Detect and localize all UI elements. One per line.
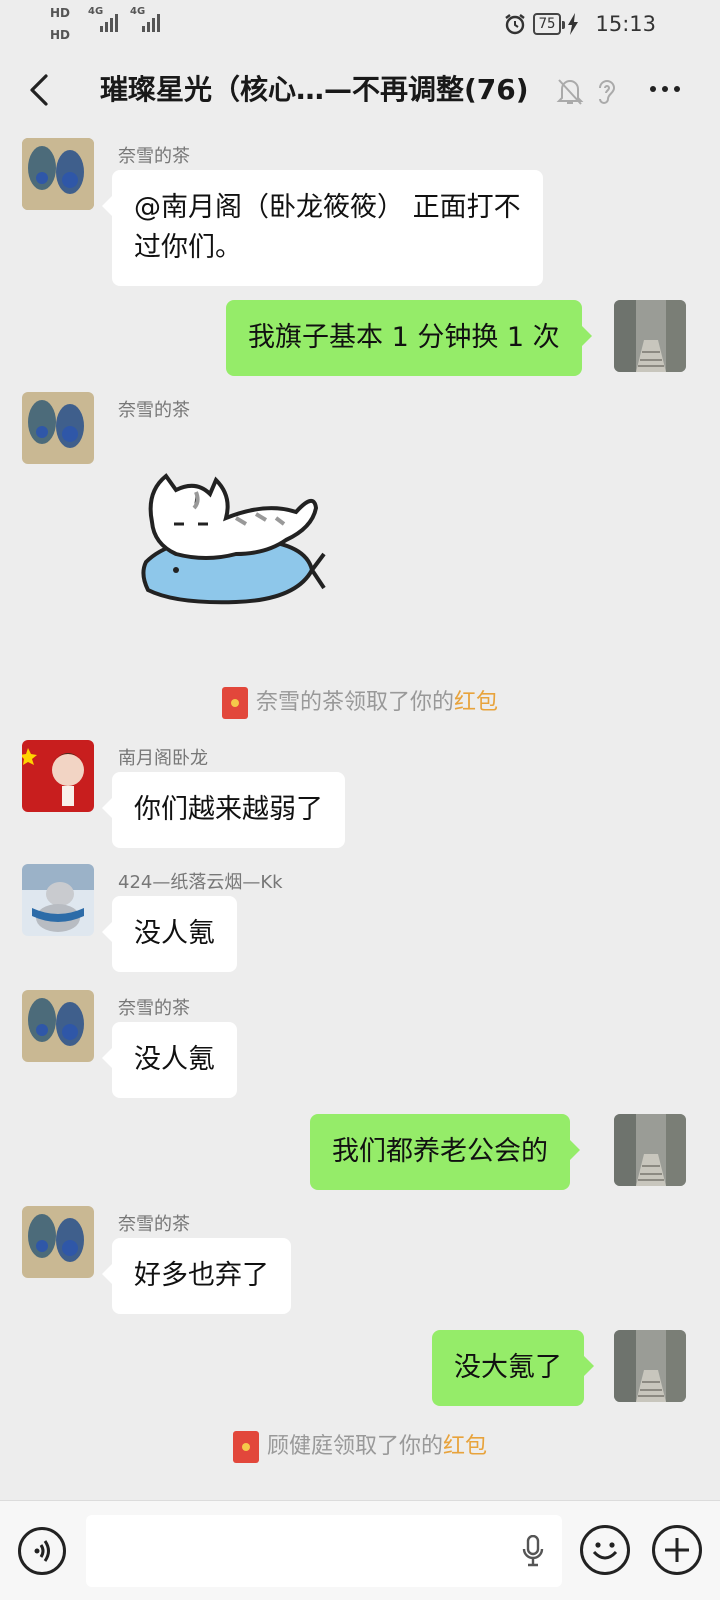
clock: 15:13 — [595, 12, 656, 36]
signal-indicators: HD HD 4G 4G — [50, 6, 180, 46]
sender-name: 奈雪的茶 — [118, 998, 190, 1019]
more-functions-button[interactable] — [652, 1525, 702, 1575]
red-packet-notice: 顾健庭领取了你的红包 — [0, 1428, 720, 1463]
notice-text: 顾健庭领取了你的 — [266, 1434, 443, 1459]
avatar-naixue[interactable] — [22, 138, 94, 210]
cat-on-fish-sticker[interactable] — [136, 462, 326, 622]
avatar-naixue[interactable] — [22, 392, 94, 464]
sender-name: 奈雪的茶 — [118, 1214, 190, 1235]
avatar-nanyuege[interactable] — [22, 740, 94, 812]
message-bubble[interactable]: 没人氪 — [102, 1022, 237, 1098]
emoji-button[interactable] — [580, 1525, 630, 1575]
message-input[interactable] — [86, 1515, 562, 1587]
sender-name: 南月阁卧龙 — [118, 748, 208, 769]
red-packet-link[interactable]: 红包 — [443, 1434, 487, 1459]
message-bubble[interactable]: @南月阁（卧龙筱筱） 正面打不 过你们。 — [102, 170, 543, 286]
red-packet-icon — [232, 1431, 259, 1463]
avatar-naixue[interactable] — [22, 990, 94, 1062]
own-message-bubble[interactable]: 我旗子基本 1 分钟换 1 次 — [226, 300, 592, 376]
smiley-icon — [592, 1542, 618, 1560]
chat-title: 璀璨星光（核心…—不再调整(76) — [100, 73, 529, 106]
avatar-424[interactable] — [22, 864, 94, 936]
sender-name: 奈雪的茶 — [118, 146, 190, 167]
message-bubble[interactable]: 你们越来越弱了 — [102, 772, 345, 848]
more-options-icon[interactable] — [650, 86, 680, 92]
notice-text: 奈雪的茶领取了你的 — [255, 690, 454, 715]
hd-label-1: HD — [50, 6, 71, 20]
status-bar: HD HD 4G 4G 75 15:13 — [0, 0, 720, 48]
red-packet-link[interactable]: 红包 — [454, 690, 498, 715]
message-bubble[interactable]: 好多也弃了 — [102, 1238, 291, 1314]
avatar-self[interactable] — [614, 1114, 686, 1186]
chat-header: 璀璨星光（核心…—不再调整(76) — [0, 48, 720, 134]
signal-bars-icon — [142, 14, 160, 32]
status-right: 75 15:13 — [503, 10, 656, 38]
hd-label-2: HD — [50, 28, 71, 42]
battery-icon: 75 — [532, 13, 566, 35]
alarm-icon — [504, 14, 525, 35]
charging-icon — [568, 13, 579, 35]
voice-input-button[interactable] — [18, 1527, 66, 1575]
avatar-self[interactable] — [614, 300, 686, 372]
back-arrow-icon[interactable] — [26, 72, 56, 108]
red-packet-icon — [221, 687, 248, 719]
message-bubble[interactable]: 没人氪 — [102, 896, 237, 972]
red-packet-notice: 奈雪的茶领取了你的红包 — [0, 684, 720, 719]
avatar-naixue[interactable] — [22, 1206, 94, 1278]
earpiece-mode-icon — [599, 80, 616, 104]
microphone-icon[interactable] — [522, 1535, 544, 1567]
muted-bell-icon — [556, 79, 584, 105]
voice-waves-icon — [34, 1540, 50, 1562]
own-message-bubble[interactable]: 我们都养老公会的 — [310, 1114, 580, 1190]
input-bar — [0, 1500, 720, 1600]
plus-icon — [665, 1538, 689, 1562]
sender-name: 奈雪的茶 — [118, 400, 190, 421]
signal-bars-icon — [100, 14, 118, 32]
sender-name: 424—纸落云烟—Kk — [118, 872, 283, 893]
avatar-self[interactable] — [614, 1330, 686, 1402]
own-message-bubble[interactable]: 没大氪了 — [432, 1330, 594, 1406]
